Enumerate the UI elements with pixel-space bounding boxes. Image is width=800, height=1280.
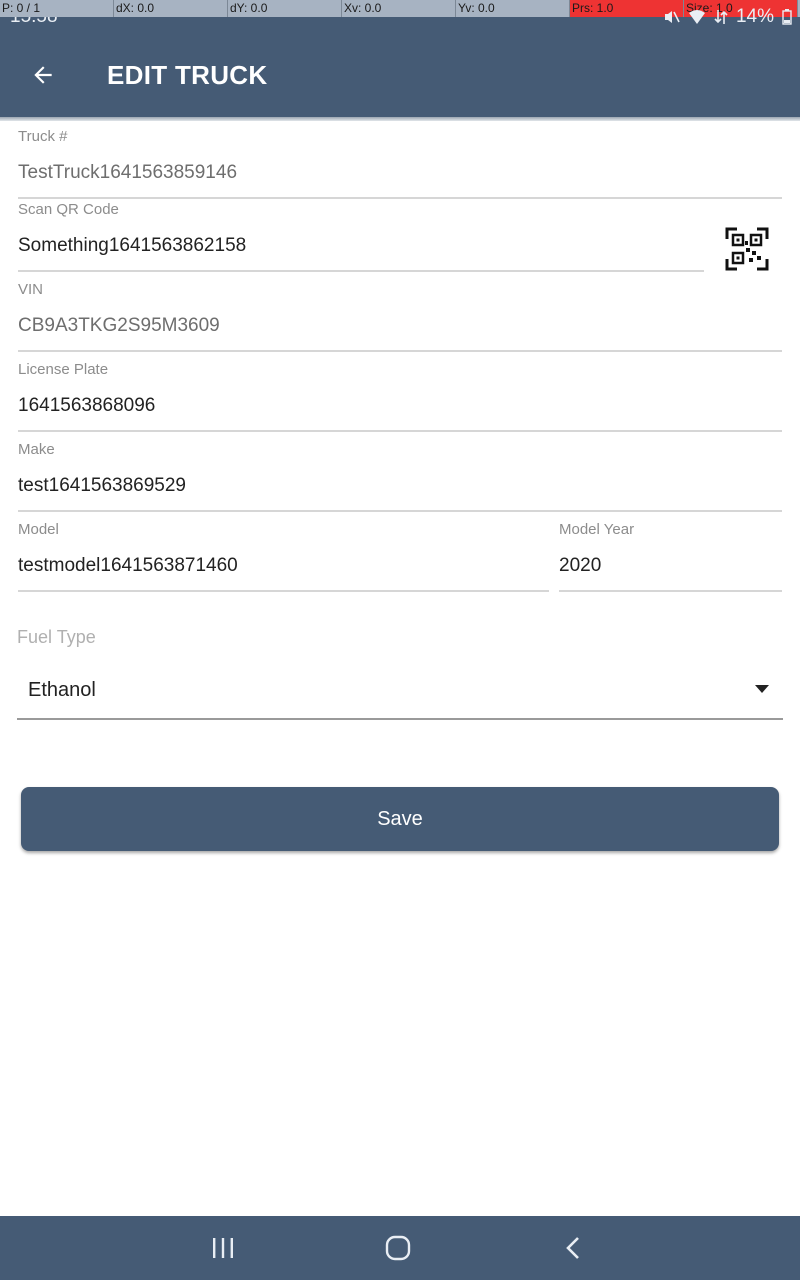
system-back-button[interactable] <box>553 1230 593 1266</box>
license-plate-underline <box>18 430 782 432</box>
vin-field[interactable]: VIN CB9A3TKG2S95M3609 <box>18 280 782 352</box>
home-icon <box>385 1235 411 1261</box>
model-year-input[interactable]: 2020 <box>559 540 782 590</box>
qr-code-underline <box>18 270 704 272</box>
save-button[interactable]: Save <box>21 787 779 851</box>
debug-dx: dX: 0.0 <box>114 0 228 17</box>
debug-dy: dY: 0.0 <box>228 0 342 17</box>
qr-code-icon <box>725 227 769 271</box>
make-field[interactable]: Make test1641563869529 <box>18 440 782 512</box>
home-button[interactable] <box>378 1230 418 1266</box>
model-year-label: Model Year <box>559 521 635 538</box>
truck-number-input[interactable]: TestTruck1641563859146 <box>18 147 782 197</box>
recents-button[interactable] <box>203 1230 243 1266</box>
mute-icon <box>664 11 680 23</box>
chevron-left-icon <box>566 1237 579 1259</box>
model-year-field[interactable]: Model Year 2020 <box>559 520 782 592</box>
scan-qr-button[interactable] <box>722 224 772 274</box>
vin-input[interactable]: CB9A3TKG2S95M3609 <box>18 300 782 350</box>
debug-yv: Yv: 0.0 <box>456 0 570 17</box>
make-underline <box>18 510 782 512</box>
app-bar-shadow <box>0 117 800 121</box>
qr-code-field[interactable]: Scan QR Code Something1641563862158 <box>18 200 704 272</box>
battery-icon <box>782 9 792 25</box>
qr-code-label: Scan QR Code <box>18 201 119 218</box>
system-nav-bar <box>0 1216 800 1280</box>
make-input[interactable]: test1641563869529 <box>18 460 782 510</box>
make-label: Make <box>18 441 55 458</box>
truck-number-underline <box>18 197 782 199</box>
qr-code-input[interactable]: Something1641563862158 <box>18 220 704 270</box>
edit-truck-screen: EDIT TRUCK 15:58 P: 0 / 1 dX: 0.0 dY: 0.… <box>0 0 800 1280</box>
model-label: Model <box>18 521 59 538</box>
recents-icon <box>213 1238 233 1258</box>
debug-pointer-count: P: 0 / 1 <box>0 0 114 17</box>
status-icons: 14% <box>662 6 792 28</box>
license-plate-field[interactable]: License Plate 1641563868096 <box>18 360 782 432</box>
model-field[interactable]: Model testmodel1641563871460 <box>18 520 549 592</box>
arrow-left-icon <box>34 66 52 84</box>
page-title: EDIT TRUCK <box>107 60 268 90</box>
back-button[interactable] <box>24 56 62 94</box>
fuel-type-label: Fuel Type <box>17 627 96 647</box>
fuel-type-value: Ethanol <box>28 679 96 701</box>
vin-label: VIN <box>18 281 44 298</box>
caret-down-icon <box>755 685 769 693</box>
license-plate-input[interactable]: 1641563868096 <box>18 380 782 430</box>
model-input[interactable]: testmodel1641563871460 <box>18 540 549 590</box>
model-year-underline <box>559 590 782 592</box>
truck-number-field[interactable]: Truck # TestTruck1641563859146 <box>18 127 782 199</box>
debug-xv: Xv: 0.0 <box>342 0 456 17</box>
wifi-icon <box>688 10 705 24</box>
save-button-label: Save <box>377 807 423 830</box>
truck-number-label: Truck # <box>18 128 68 145</box>
data-transfer-icon <box>714 10 728 24</box>
license-plate-label: License Plate <box>18 361 109 378</box>
model-underline <box>18 590 549 592</box>
battery-percent: 14% <box>735 6 774 27</box>
fuel-type-select[interactable]: Ethanol <box>17 668 783 720</box>
vin-underline <box>18 350 782 352</box>
